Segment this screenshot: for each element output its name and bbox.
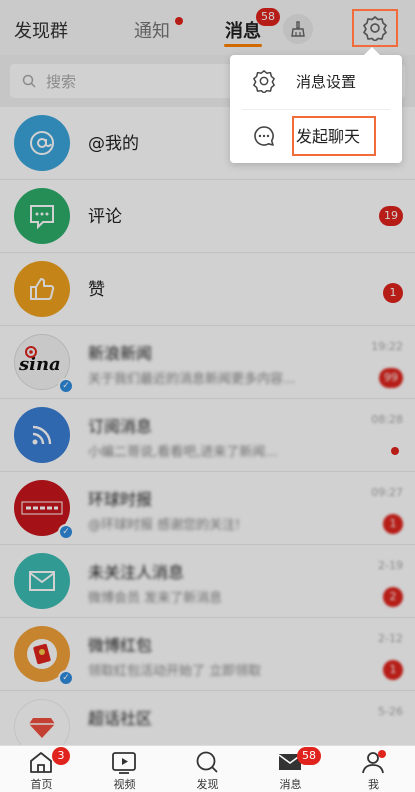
menu-item-message-settings[interactable]: 消息设置: [230, 55, 402, 109]
home-badge: 3: [52, 747, 70, 765]
bottom-nav: 3 首页 视频 发现 58 消息 我: [0, 745, 415, 792]
menu-item-label: 消息设置: [296, 73, 357, 91]
nav-me-label: 我: [368, 778, 379, 791]
search-icon: [196, 751, 218, 773]
chat-bubble-icon: [254, 126, 274, 146]
me-dot: [378, 750, 386, 758]
nav-video-label: 视频: [113, 778, 136, 791]
nav-discover[interactable]: 发现: [166, 746, 249, 792]
home-icon: [30, 752, 52, 773]
nav-discover-label: 发现: [196, 778, 219, 791]
gear-icon: [253, 70, 275, 93]
messages-badge: 58: [297, 747, 321, 765]
menu-item-start-chat[interactable]: 发起聊天: [230, 110, 402, 164]
video-icon: [112, 752, 136, 774]
nav-messages[interactable]: 58 消息: [249, 746, 332, 792]
settings-highlight: [352, 9, 398, 47]
screen: 发现群 通知 消息 58 搜索 @我的 评论 19 赞 1 sina ✓ 新浪新…: [0, 0, 415, 792]
gear-icon: [363, 16, 387, 41]
menu-item-label: 发起聊天: [296, 127, 361, 146]
nav-home[interactable]: 3 首页: [0, 746, 83, 792]
nav-video[interactable]: 视频: [83, 746, 166, 792]
nav-home-label: 首页: [30, 778, 53, 791]
popup-menu: 消息设置 发起聊天: [230, 47, 402, 164]
nav-me[interactable]: 我: [332, 746, 415, 792]
nav-messages-label: 消息: [279, 778, 302, 791]
